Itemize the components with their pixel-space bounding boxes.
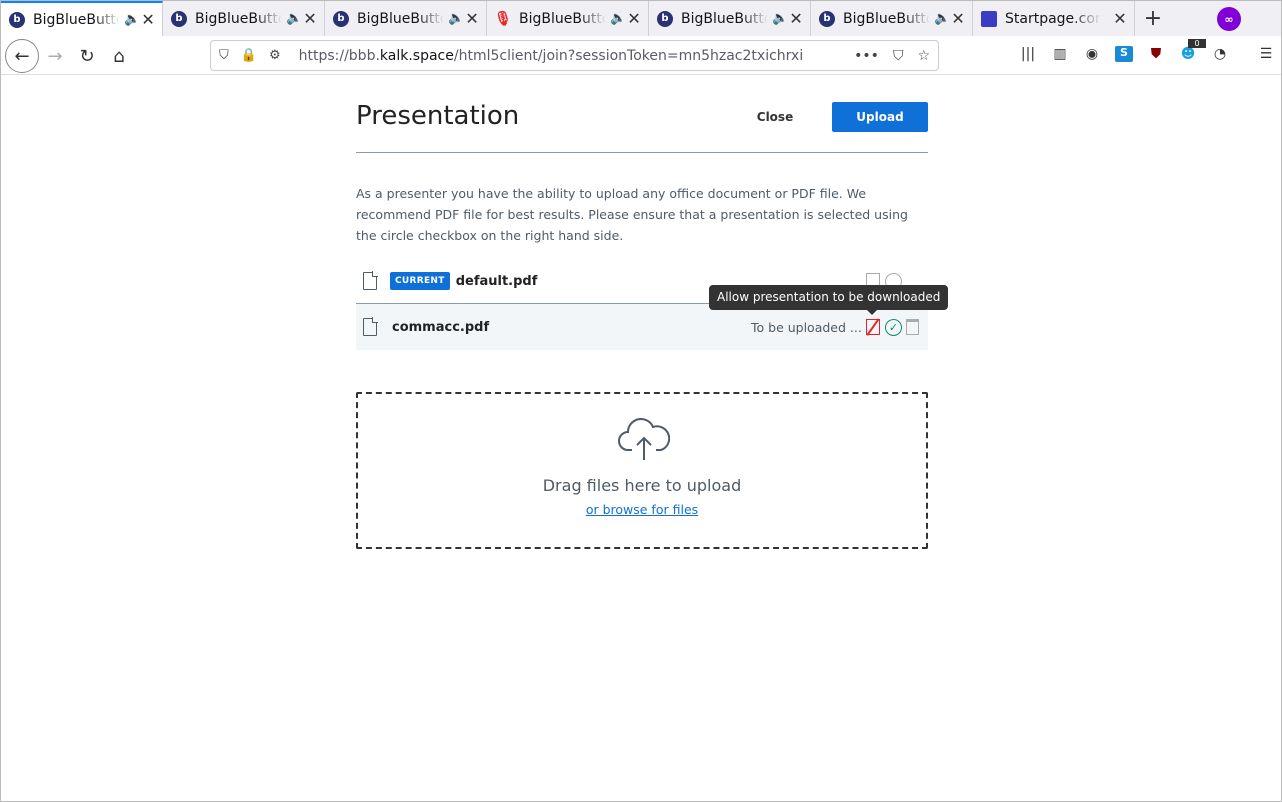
close-tab-icon[interactable]: ✕ <box>626 9 642 28</box>
tab-title: BigBlueButton <box>357 10 444 27</box>
presentation-modal: Presentation Close Upload As a presenter… <box>356 91 949 549</box>
speaker-icon[interactable]: 🔈 <box>610 11 626 26</box>
modal-title: Presentation <box>356 101 520 131</box>
bookmark-star-icon[interactable]: ☆ <box>917 48 930 64</box>
tab-title: BigBlueButton <box>33 11 120 28</box>
close-tab-icon[interactable]: ✕ <box>788 9 804 28</box>
file-name: default.pdf <box>455 273 538 289</box>
back-button[interactable]: ← <box>5 39 39 73</box>
current-badge: CURRENT <box>390 272 450 290</box>
speaker-icon[interactable]: 🔈 <box>448 11 464 26</box>
speaker-icon[interactable]: 🔈 <box>934 11 950 26</box>
upload-button[interactable]: Upload <box>832 102 928 132</box>
speaker-icon[interactable]: 🔈 <box>286 11 302 26</box>
speaker-icon[interactable]: 🔈 <box>124 12 140 27</box>
tab-title: BigBlueButton <box>519 10 606 27</box>
bbb-icon: b <box>333 10 349 27</box>
account-icon[interactable]: ◉ <box>1083 46 1101 62</box>
close-tab-icon[interactable]: ✕ <box>302 9 318 28</box>
tab-1[interactable]: b BigBlueButton 🔈 ✕ <box>1 1 163 36</box>
shield-icon[interactable]: ⛉ <box>219 48 229 63</box>
file-icon <box>363 317 378 336</box>
tab-title: Startpage.com <box>1005 10 1101 27</box>
tab-bar: b BigBlueButton 🔈 ✕ b BigBlueButton 🔈 ✕ … <box>1 1 1281 36</box>
ghostery-count: 0 <box>1188 39 1206 48</box>
bbb-icon: b <box>9 11 25 28</box>
close-tab-icon[interactable]: ✕ <box>950 9 966 28</box>
startpage-icon <box>981 10 997 27</box>
tab-title: BigBlueButton <box>843 10 930 27</box>
download-toggle-icon[interactable] <box>866 319 880 335</box>
file-name: commacc.pdf <box>392 319 490 335</box>
ublock-icon[interactable]: ⛊ <box>1147 46 1165 62</box>
library-icon[interactable]: ||| <box>1019 46 1037 62</box>
tab-3[interactable]: b BigBlueButton 🔈 ✕ <box>325 1 487 36</box>
more-icon[interactable]: ••• <box>854 48 879 64</box>
sidebar-icon[interactable]: ▥ <box>1051 46 1069 62</box>
bbb-icon: b <box>171 10 187 27</box>
download-tooltip: Allow presentation to be downloaded <box>709 285 949 315</box>
close-tab-icon[interactable]: ✕ <box>140 10 156 29</box>
url-domain: kalk.space <box>379 47 454 64</box>
extension-icon[interactable]: ◔ <box>1211 46 1229 62</box>
speaker-icon[interactable]: 🔈 <box>772 11 788 26</box>
cloud-upload-icon <box>618 418 670 460</box>
new-tab-button[interactable]: + <box>1135 1 1171 36</box>
lock-icon[interactable]: 🔒 <box>241 48 257 63</box>
menu-icon[interactable]: ☰ <box>1257 46 1275 62</box>
forward-button[interactable]: → <box>39 40 71 72</box>
home-button[interactable]: ⌂ <box>103 40 135 72</box>
tab-2[interactable]: b BigBlueButton 🔈 ✕ <box>163 1 325 36</box>
close-button[interactable]: Close <box>747 102 803 132</box>
tab-4[interactable]: 🎙 BigBlueButton 🔈 ✕ <box>487 1 649 36</box>
file-icon <box>363 271 378 290</box>
tab-7[interactable]: Startpage.com ✕ <box>973 1 1135 36</box>
browse-files-link[interactable]: or browse for files <box>358 502 926 517</box>
nav-bar: ← → ↻ ⌂ ⛉ 🔒 ⚙ https://bbb.kalk.space/htm… <box>1 36 1281 75</box>
microphone-icon: 🎙 <box>494 10 512 27</box>
file-row: commacc.pdf To be uploaded ... ✓ <box>356 304 928 350</box>
close-tab-icon[interactable]: ✕ <box>1112 9 1128 28</box>
tab-6[interactable]: b BigBlueButton 🔈 ✕ <box>811 1 973 36</box>
tab-title: BigBlueButton <box>681 10 768 27</box>
tab-title: BigBlueButton <box>195 10 282 27</box>
ghostery-icon[interactable]: ☻ 0 <box>1179 39 1206 62</box>
url-text[interactable]: https://bbb.kalk.space/html5client/join?… <box>299 48 839 64</box>
address-bar[interactable]: ⛉ 🔒 ⚙ https://bbb.kalk.space/html5client… <box>210 40 939 71</box>
upload-status: To be uploaded ... <box>751 319 862 335</box>
reload-button[interactable]: ↻ <box>71 40 103 72</box>
dropzone-text: Drag files here to upload <box>542 476 742 495</box>
bbb-icon: b <box>819 10 835 27</box>
private-browsing-icon: ∞ <box>1217 7 1241 31</box>
url-path: /html5client/join?sessionToken=mn5hzac2t… <box>453 47 804 64</box>
modal-header: Presentation Close Upload <box>356 91 928 153</box>
bbb-icon: b <box>657 10 673 27</box>
intro-text: As a presenter you have the ability to u… <box>356 186 908 243</box>
url-prefix: https://bbb. <box>298 47 380 64</box>
extension-s-icon[interactable]: S <box>1115 46 1133 62</box>
dropzone[interactable]: Drag files here to upload or browse for … <box>356 392 928 549</box>
trash-icon[interactable] <box>906 319 919 335</box>
close-tab-icon[interactable]: ✕ <box>464 9 480 28</box>
select-presentation-radio[interactable]: ✓ <box>885 318 902 336</box>
pocket-icon[interactable]: ⛉ <box>893 48 904 64</box>
permissions-icon[interactable]: ⚙ <box>269 48 281 63</box>
tab-5[interactable]: b BigBlueButton 🔈 ✕ <box>649 1 811 36</box>
toolbar-icons: ||| ▥ ◉ S ⛊ ☻ 0 ◔ ☰ <box>1019 39 1275 62</box>
